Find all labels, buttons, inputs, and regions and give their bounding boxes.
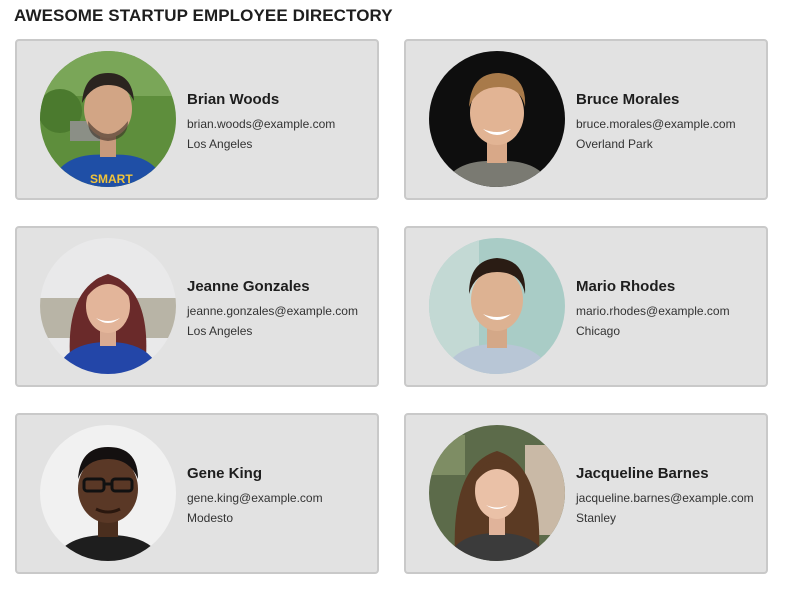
employee-info: Jacqueline Barnes jacqueline.barnes@exam… bbox=[576, 465, 754, 525]
avatar bbox=[429, 51, 565, 187]
employee-info: Gene King gene.king@example.com Modesto bbox=[187, 465, 323, 525]
svg-text:SMART: SMART bbox=[90, 172, 133, 186]
employee-name: Bruce Morales bbox=[576, 91, 680, 108]
employee-info: Brian Woods brian.woods@example.com Los … bbox=[187, 91, 335, 151]
avatar bbox=[40, 425, 176, 561]
employee-email: jeanne.gonzales@example.com bbox=[187, 304, 358, 318]
employee-name: Jeanne Gonzales bbox=[187, 278, 310, 295]
employee-card[interactable]: Jeanne Gonzales jeanne.gonzales@example.… bbox=[15, 226, 379, 387]
employee-email: jacqueline.barnes@example.com bbox=[576, 491, 754, 505]
employee-card[interactable]: Mario Rhodes mario.rhodes@example.com Ch… bbox=[404, 226, 768, 387]
employee-email: gene.king@example.com bbox=[187, 491, 323, 505]
employee-card[interactable]: SMART Brian Woods brian.woods@example.co… bbox=[15, 39, 379, 200]
employee-name: Gene King bbox=[187, 465, 263, 482]
avatar bbox=[429, 238, 565, 374]
employee-city: Modesto bbox=[187, 511, 234, 525]
employee-card[interactable]: Jacqueline Barnes jacqueline.barnes@exam… bbox=[404, 413, 768, 574]
avatar: SMART bbox=[40, 51, 176, 187]
employee-city: Chicago bbox=[576, 324, 621, 338]
avatar bbox=[429, 425, 565, 561]
employee-email: brian.woods@example.com bbox=[187, 117, 336, 131]
employee-name: Mario Rhodes bbox=[576, 278, 676, 295]
employee-card[interactable]: Bruce Morales bruce.morales@example.com … bbox=[404, 39, 768, 200]
employee-city: Los Angeles bbox=[187, 137, 253, 151]
employee-name: Jacqueline Barnes bbox=[576, 465, 709, 482]
page-title: AWESOME STARTUP EMPLOYEE DIRECTORY bbox=[14, 6, 393, 25]
employee-info: Jeanne Gonzales jeanne.gonzales@example.… bbox=[187, 278, 358, 338]
employee-city: Overland Park bbox=[576, 137, 653, 151]
employee-email: bruce.morales@example.com bbox=[576, 117, 736, 131]
employee-city: Los Angeles bbox=[187, 324, 253, 338]
employee-info: Mario Rhodes mario.rhodes@example.com Ch… bbox=[576, 278, 730, 338]
directory-page: AWESOME STARTUP EMPLOYEE DIRECTORY SMART… bbox=[0, 0, 800, 594]
employee-email: mario.rhodes@example.com bbox=[576, 304, 730, 318]
employee-city: Stanley bbox=[576, 511, 617, 525]
employee-card[interactable]: Gene King gene.king@example.com Modesto bbox=[15, 413, 379, 574]
avatar bbox=[40, 238, 176, 374]
employee-info: Bruce Morales bruce.morales@example.com … bbox=[576, 91, 736, 151]
employee-name: Brian Woods bbox=[187, 91, 280, 108]
